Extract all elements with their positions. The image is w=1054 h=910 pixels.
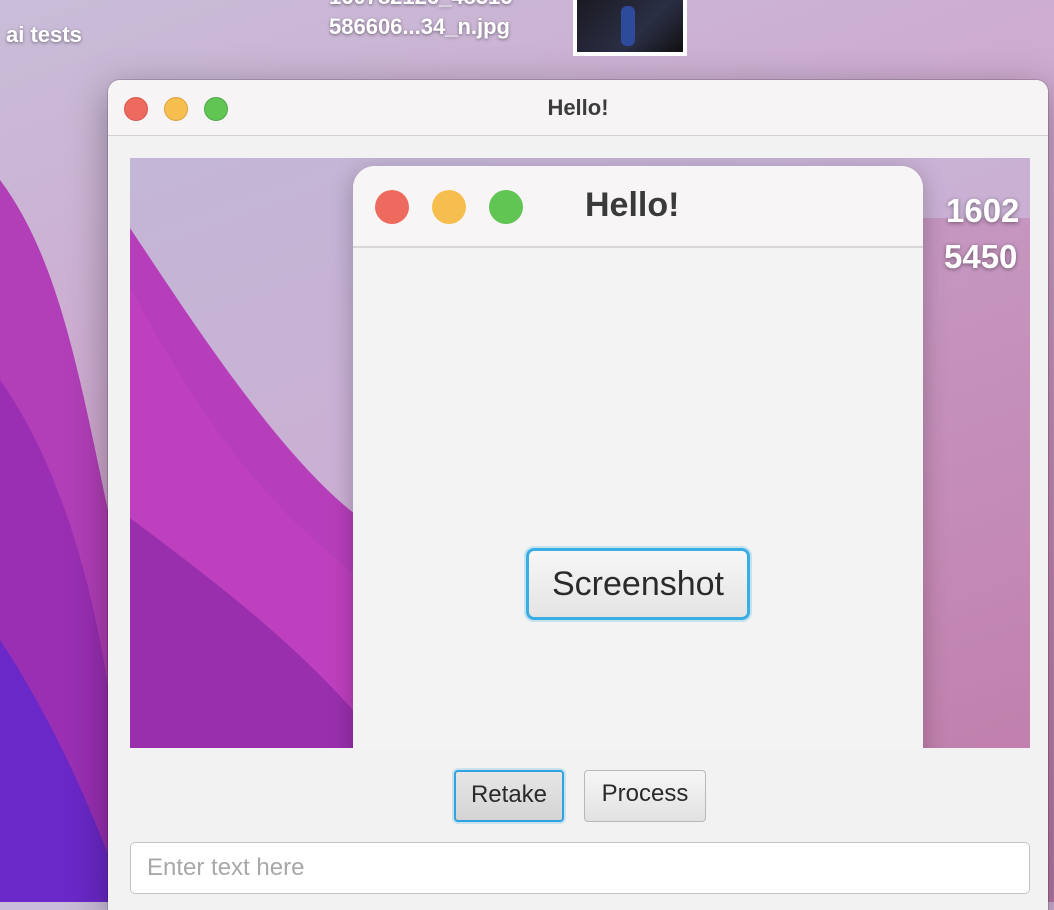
preview-screenshot-button: Screenshot — [526, 548, 750, 620]
photo-thumbnail-icon[interactable] — [573, 0, 687, 56]
preview-inner-titlebar: Hello! — [353, 166, 923, 248]
desktop-file-name-line1[interactable]: 160782126_48316 — [329, 0, 513, 10]
preview-desktop-text-line1: 1602 — [946, 192, 1020, 229]
window-title: Hello! — [547, 95, 609, 120]
preview-inner-window: Hello! Screenshot — [353, 166, 923, 748]
process-button[interactable]: Process — [584, 770, 706, 822]
window-titlebar[interactable]: Hello! — [108, 80, 1048, 136]
preview-minimize-dot — [432, 190, 466, 224]
text-input-field[interactable] — [130, 842, 1030, 894]
preview-close-dot — [375, 190, 409, 224]
preview-inner-title: Hello! — [585, 186, 680, 224]
preview-desktop-text-line2: 5450 — [944, 238, 1018, 275]
desktop-file-name-line2[interactable]: 586606...34_n.jpg — [329, 14, 510, 40]
desktop-folder-label[interactable]: ai tests — [6, 22, 82, 48]
retake-button[interactable]: Retake — [454, 770, 564, 822]
photo-thumbnail-image — [577, 0, 683, 52]
preview-zoom-dot — [489, 190, 523, 224]
screenshot-preview-image: 1602 5450 Hello! Screenshot — [130, 158, 1030, 748]
app-window: Hello! 1602 5450 Hello! Screenshot Retak… — [108, 80, 1048, 910]
